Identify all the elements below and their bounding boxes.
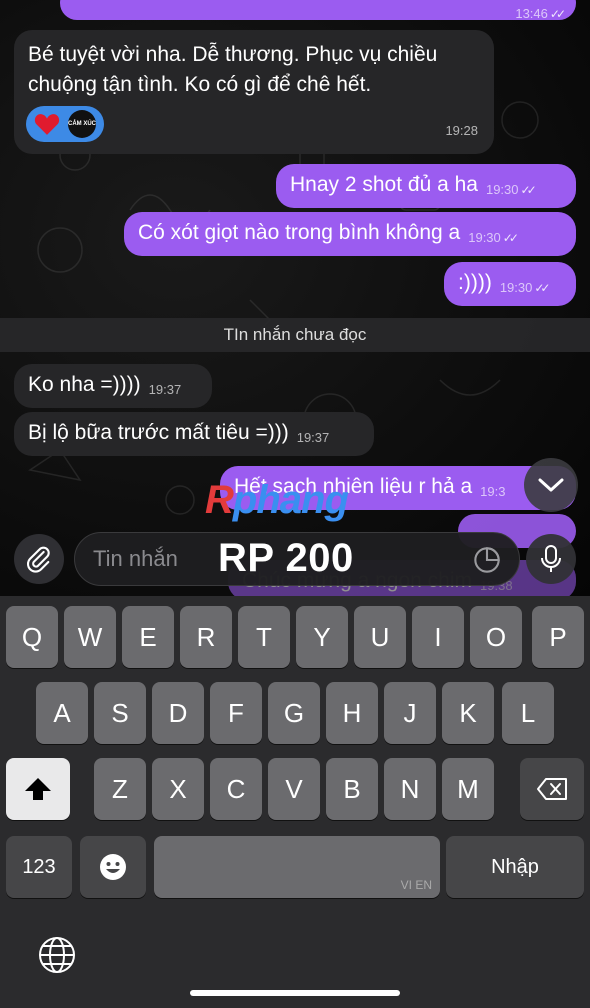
emoji-icon [100, 854, 126, 880]
key-x[interactable]: X [152, 758, 204, 820]
message-outgoing[interactable]: Có xót giọt nào trong bình không a 19:30 ✓… [124, 212, 576, 256]
microphone-icon [541, 545, 561, 572]
key-e[interactable]: E [122, 606, 174, 668]
key-y[interactable]: Y [296, 606, 348, 668]
key-m[interactable]: M [442, 758, 494, 820]
message-time: 19:3 [480, 484, 506, 499]
message-incoming[interactable]: Ko nha =)))) 19:37 [14, 364, 212, 408]
read-checks-icon: ✓✓ [549, 7, 566, 21]
key-r[interactable]: R [180, 606, 232, 668]
message-text: Có xót giọt nào trong bình không a [138, 221, 461, 244]
home-indicator[interactable] [190, 990, 400, 996]
read-checks-icon: ✓✓ [520, 183, 537, 197]
key-t[interactable]: T [238, 606, 290, 668]
key-b[interactable]: B [326, 758, 378, 820]
key-c[interactable]: C [210, 758, 262, 820]
chat-area[interactable]: 13:46 ✓✓ Bé tuyệt vời nha. Dễ thương. Phụ… [0, 0, 590, 596]
unread-messages-divider: TIn nhắn chưa đọc [0, 318, 590, 352]
key-w[interactable]: W [64, 606, 116, 668]
attach-button[interactable] [14, 534, 64, 584]
message-text: Ko nha =)))) [28, 373, 141, 396]
message-time: 19:30 [468, 230, 501, 245]
on-screen-keyboard: Q W E R T Y U I O P A S D F G H J K L Z … [0, 596, 590, 1008]
read-checks-icon: ✓✓ [502, 231, 519, 245]
message-time: 19:37 [148, 382, 182, 397]
message-text: Bé tuyệt vời nha. Dễ thương. Phục vụ chi… [28, 43, 438, 96]
return-key[interactable]: Nhập [446, 836, 584, 898]
reaction-avatar: CẢM XÚC [68, 110, 96, 138]
key-k[interactable]: K [442, 682, 494, 744]
message-time: 13:46 [515, 6, 548, 21]
shift-arrow-icon [25, 778, 51, 800]
key-h[interactable]: H [326, 682, 378, 744]
sticker-icon[interactable] [473, 546, 501, 574]
message-text: Bị lộ bữa trước mất tiêu =))) [28, 421, 289, 444]
heart-reaction-icon [34, 114, 60, 135]
key-j[interactable]: J [384, 682, 436, 744]
globe-icon[interactable] [38, 936, 76, 974]
key-d[interactable]: D [152, 682, 204, 744]
key-g[interactable]: G [268, 682, 320, 744]
space-language-label: VI EN [400, 878, 432, 892]
message-outgoing[interactable]: :)))) 19:30 ✓✓ [444, 262, 576, 306]
message-time: 19:30 [499, 280, 533, 295]
price-overlay: RP 200 [218, 536, 354, 580]
backspace-icon [537, 778, 567, 800]
key-a[interactable]: A [36, 682, 88, 744]
reactions-pill[interactable]: CẢM XÚC [26, 106, 104, 142]
message-input-placeholder: Tin nhắn [93, 546, 178, 571]
key-o[interactable]: O [470, 606, 522, 668]
key-u[interactable]: U [354, 606, 406, 668]
message-time: 19:30 [485, 182, 519, 197]
message-outgoing[interactable]: Hnay 2 shot đủ a ha 19:30 ✓✓ [276, 164, 576, 208]
key-v[interactable]: V [268, 758, 320, 820]
watermark-logo: Rphang [205, 478, 349, 522]
message-text: :)))) [458, 271, 492, 294]
key-p[interactable]: P [532, 606, 584, 668]
paperclip-icon [26, 546, 50, 573]
key-f[interactable]: F [210, 682, 262, 744]
numbers-key[interactable]: 123 [6, 836, 72, 898]
key-i[interactable]: I [412, 606, 464, 668]
emoji-key[interactable] [80, 836, 146, 898]
message-time: 19:37 [296, 430, 330, 445]
message-outgoing[interactable]: 13:46 ✓✓ [60, 0, 576, 21]
key-z[interactable]: Z [94, 758, 146, 820]
chevron-down-icon [538, 478, 564, 492]
message-incoming[interactable]: Bé tuyệt vời nha. Dễ thương. Phục vụ chi… [14, 30, 494, 154]
key-s[interactable]: S [94, 682, 146, 744]
message-time: 19:28 [445, 123, 478, 138]
scroll-to-bottom-button[interactable] [524, 458, 578, 512]
read-checks-icon: ✓✓ [534, 281, 550, 295]
message-text: Hnay 2 shot đủ a ha [290, 173, 478, 196]
key-l[interactable]: L [502, 682, 554, 744]
message-incoming[interactable]: Bị lộ bữa trước mất tiêu =))) 19:37 [14, 412, 374, 456]
voice-message-button[interactable] [526, 534, 576, 584]
key-n[interactable]: N [384, 758, 436, 820]
backspace-key[interactable] [520, 758, 584, 820]
key-q[interactable]: Q [6, 606, 58, 668]
shift-key[interactable] [6, 758, 70, 820]
space-key[interactable]: VI EN [154, 836, 440, 898]
